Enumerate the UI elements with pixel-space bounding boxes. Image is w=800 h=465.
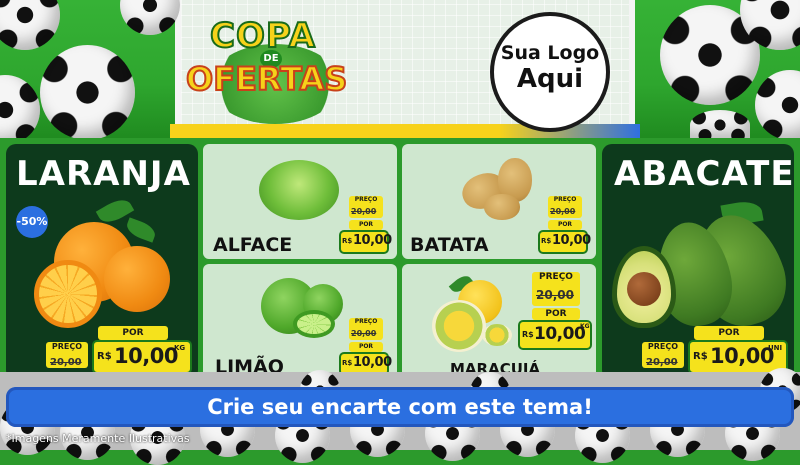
price-box: R$ 10,00 KG <box>518 320 592 350</box>
currency-symbol: R$ <box>522 330 534 339</box>
preco-label: PREÇO <box>354 318 378 325</box>
product-name: LARANJA <box>16 154 191 194</box>
brand-logo-placeholder[interactable]: Sua Logo Aqui <box>490 12 610 132</box>
currency-symbol: R$ <box>541 237 552 245</box>
brand-logo-line1: Sua Logo <box>500 42 600 64</box>
potato-icon <box>484 194 520 220</box>
price-value: 10,00 <box>552 233 591 248</box>
old-price: 20,00 <box>646 357 678 368</box>
price-tag: PREÇO 20,00 POR R$ 10,00 UNI <box>642 326 792 376</box>
price-value: 10,00 <box>353 355 392 370</box>
price-unit: KG <box>580 323 590 330</box>
logo-copa-text: COPA <box>209 15 316 57</box>
old-price: 20,00 <box>351 329 377 338</box>
product-card-batata: BATATA PREÇO 20,00 POR R$ 10,00 <box>402 144 596 259</box>
price-box: R$ 10,00 KG <box>92 340 192 374</box>
product-card-abacate: ABACATE PREÇO 20,00 POR R$ 10,00 UNI <box>602 144 798 380</box>
preco-label: PREÇO <box>553 196 577 203</box>
leaf-icon <box>124 217 158 243</box>
price-value: 10,00 <box>710 344 774 368</box>
brand-logo-line2: Aqui <box>516 64 584 94</box>
product-card-laranja: LARANJA -50% PREÇO 20,00 POR R$ 10,00 KG <box>6 144 198 380</box>
product-name: ABACATE <box>614 154 795 194</box>
product-card-alface: ALFACE PREÇO 20,00 POR R$ 10,00 <box>203 144 397 259</box>
por-label: POR <box>349 220 383 230</box>
preco-label: PREÇO <box>354 196 378 203</box>
passion-fruit-half-icon <box>432 300 486 352</box>
passion-fruit-half-icon <box>482 324 512 346</box>
por-label: POR <box>349 342 383 352</box>
lettuce-icon <box>259 160 339 220</box>
price-unit: UNI <box>768 344 783 352</box>
price-value: 10,00 <box>114 344 178 368</box>
cta-label: Crie seu encarte com este tema! <box>207 395 593 419</box>
currency-symbol: R$ <box>97 351 112 362</box>
por-label: POR <box>694 326 764 340</box>
por-label: POR <box>532 308 580 320</box>
price-tag: PREÇO 20,00 POR R$ 10,00 KG <box>46 326 196 376</box>
product-name: ALFACE <box>213 234 293 256</box>
product-card-limao: LIMÃO PREÇO 20,00 POR R$ 10,00 <box>203 264 397 380</box>
old-price: 20,00 <box>536 288 574 302</box>
soccer-ball-icon <box>690 110 750 140</box>
currency-symbol: R$ <box>342 237 353 245</box>
discount-badge: -50% <box>16 206 48 238</box>
currency-symbol: R$ <box>693 351 708 362</box>
preco-label: PREÇO <box>647 342 679 351</box>
old-price: 20,00 <box>50 357 82 368</box>
discount-text: -50% <box>16 215 48 228</box>
logo-ofertas-text: OFERTAS <box>185 59 348 99</box>
price-box: R$ 10,00 <box>339 230 392 254</box>
por-label: POR <box>548 220 582 230</box>
price-tag: PREÇO 20,00 POR R$ 10,00 <box>339 318 395 378</box>
disclaimer-text: *Imagens Meramente Ilustrativas <box>6 432 190 445</box>
preco-label: PREÇO <box>539 272 573 282</box>
preco-label: PREÇO <box>51 342 83 351</box>
old-price: 20,00 <box>351 207 377 216</box>
orange-icon <box>104 246 170 312</box>
product-name: BATATA <box>410 234 489 256</box>
orange-half-icon <box>34 260 102 328</box>
cta-banner-button[interactable]: Crie seu encarte com este tema! <box>6 387 794 427</box>
copa-de-ofertas-logo: COPA DE OFERTAS <box>180 8 360 128</box>
por-label: POR <box>98 326 168 340</box>
price-value: 10,00 <box>353 233 392 248</box>
price-tag: PREÇO 20,00 POR R$ 10,00 <box>339 196 395 256</box>
lime-half-icon <box>293 310 335 338</box>
price-tag: PREÇO 20,00 POR R$ 10,00 <box>538 196 594 256</box>
avocado-pit <box>627 272 661 306</box>
price-tag: PREÇO 20,00 POR R$ 10,00 KG <box>518 272 594 352</box>
soccer-ball-icon <box>40 45 135 140</box>
currency-symbol: R$ <box>342 359 353 367</box>
price-value: 10,00 <box>534 324 586 344</box>
product-card-maracuja: MARACUJÁ PREÇO 20,00 POR R$ 10,00 KG <box>402 264 596 380</box>
price-box: R$ 10,00 <box>538 230 591 254</box>
old-price: 20,00 <box>550 207 576 216</box>
price-unit: KG <box>174 344 186 352</box>
